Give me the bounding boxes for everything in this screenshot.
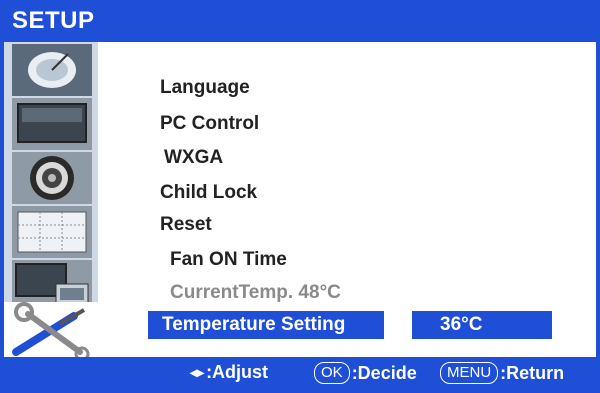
sidebar-item-time[interactable] — [12, 206, 92, 258]
speaker-icon — [12, 152, 92, 204]
sidebar-item-source[interactable] — [12, 44, 92, 96]
menu-item-pc-control[interactable]: PC Control — [160, 110, 259, 138]
menu-item-temperature-setting[interactable]: Temperature Setting — [148, 311, 384, 339]
footer-hint-bar: ◂▸ :Adjust OK :Decide MENU :Return — [4, 357, 596, 389]
menu-key-icon: MENU — [440, 362, 499, 384]
hint-decide: OK :Decide — [314, 362, 417, 384]
current-temperature-readout: CurrentTemp. 48°C — [170, 282, 341, 303]
sidebar-item-setup[interactable] — [4, 302, 104, 360]
sidebar-item-picture[interactable] — [12, 98, 92, 150]
page-title: SETUP — [12, 7, 95, 34]
sidebar — [4, 42, 104, 360]
menu-item-child-lock[interactable]: Child Lock — [160, 179, 257, 207]
setup-tools-icon — [4, 302, 104, 360]
decide-label: :Decide — [351, 362, 417, 383]
menu-item-fan-on-time[interactable]: Fan ON Time — [170, 246, 287, 274]
menu-item-reset[interactable]: Reset — [160, 211, 212, 239]
hint-return: MENU :Return — [440, 362, 564, 384]
satellite-dish-icon — [12, 44, 92, 96]
tv-picture-icon — [12, 98, 92, 150]
hint-adjust: ◂▸ :Adjust — [190, 362, 268, 383]
return-label: :Return — [500, 362, 565, 383]
temperature-setting-value[interactable]: 36°C — [412, 311, 552, 339]
menu-item-wxga[interactable]: WXGA — [164, 144, 223, 172]
title-bar: SETUP — [4, 4, 596, 42]
schedule-grid-icon — [12, 206, 92, 258]
left-right-arrows-icon: ◂▸ — [190, 364, 205, 380]
adjust-label: :Adjust — [206, 362, 269, 382]
sidebar-item-sound[interactable] — [12, 152, 92, 204]
menu-item-language[interactable]: Language — [160, 74, 250, 102]
ok-key-icon: OK — [314, 362, 350, 384]
setup-osd-window: SETUP Language PC Control WXGA Child Loc… — [0, 0, 600, 393]
